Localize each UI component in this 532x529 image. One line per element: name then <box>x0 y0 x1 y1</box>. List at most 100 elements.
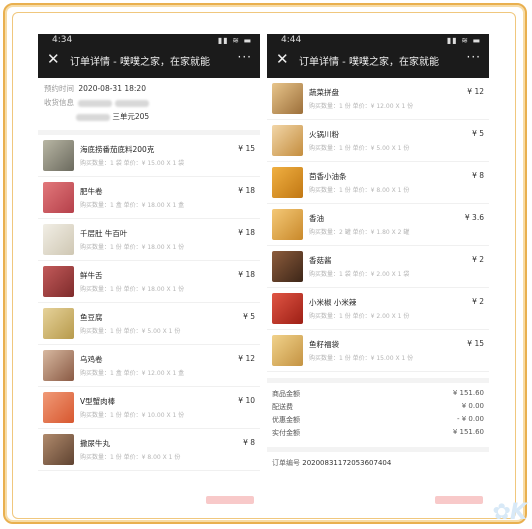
status-icons: ▮▮ ≋ ▬ <box>446 36 481 45</box>
item-detail: 购买数量：1 份 单价：¥ 18.00 X 1 份 <box>80 286 185 293</box>
list-item[interactable]: 肥牛卷 购买数量：1 盒 单价：¥ 18.00 X 1 盒 ¥ 18 <box>38 177 260 219</box>
product-image <box>43 392 74 423</box>
item-price: ¥ 15 <box>238 144 255 153</box>
product-image <box>43 350 74 381</box>
top-bar: 4:44 ▮▮ ≋ ▬ ✕ 订单详情 - 噗噗之家，在家就能 ··· <box>267 34 489 78</box>
item-name: 乌鸡卷 <box>80 355 103 364</box>
item-price: ¥ 8 <box>243 438 255 447</box>
list-item[interactable]: 火锅川粉 购买数量：1 份 单价：¥ 5.00 X 1 份 ¥ 5 <box>267 120 489 162</box>
order-meta: 预约时间 2020-08-31 18:20 收货信息 三单元205 <box>38 78 260 124</box>
item-price: ¥ 18 <box>238 228 255 237</box>
price-summary: 商品金额 ¥ 151.60 配送费 ¥ 0.00 优惠金额 - ¥ 0.00 实… <box>267 389 489 441</box>
list-item[interactable]: 乌鸡卷 购买数量：1 盒 单价：¥ 12.00 X 1 盒 ¥ 12 <box>38 345 260 387</box>
goods-label: 商品金额 <box>272 390 300 398</box>
item-detail: 购买数量：1 袋 单价：¥ 2.00 X 1 袋 <box>309 271 410 278</box>
item-name: 千层肚 牛百叶 <box>80 229 128 238</box>
item-detail: 购买数量：1 份 单价：¥ 2.00 X 1 份 <box>309 313 410 320</box>
item-price: ¥ 2 <box>472 297 484 306</box>
order-number: 20200831172053607404 <box>302 459 392 467</box>
discount-label: 优惠金额 <box>272 416 300 424</box>
summary-row: 实付金额 ¥ 151.60 <box>272 428 484 441</box>
address-tail: 三单元205 <box>112 112 150 121</box>
watermark-logo: ✿K <box>492 500 527 525</box>
address-redacted <box>76 113 110 121</box>
list-item[interactable]: 蔬菜拼盘 购买数量：1 份 单价：¥ 12.00 X 1 份 ¥ 12 <box>267 78 489 120</box>
item-name: 肥牛卷 <box>80 187 103 196</box>
list-item[interactable]: 香菇酱 购买数量：1 袋 单价：¥ 2.00 X 1 袋 ¥ 2 <box>267 246 489 288</box>
item-name: 茴香小油条 <box>309 172 347 181</box>
delivery-label: 配送费 <box>272 403 293 411</box>
address-label: 收货信息 <box>44 98 74 107</box>
list-item[interactable]: 鱼豆腐 购买数量：1 份 单价：¥ 5.00 X 1 份 ¥ 5 <box>38 303 260 345</box>
summary-row: 商品金额 ¥ 151.60 <box>272 389 484 402</box>
item-name: 海底捞番茄底料200克 <box>80 145 155 154</box>
product-image <box>272 167 303 198</box>
product-image <box>43 182 74 213</box>
item-price: ¥ 12 <box>467 87 484 96</box>
page-title: 订单详情 - 噗噗之家，在家就能 <box>70 57 210 68</box>
reserve-label: 预约时间 <box>44 84 74 93</box>
list-item[interactable]: 海底捞番茄底料200克 购买数量：1 袋 单价：¥ 15.00 X 1 袋 ¥ … <box>38 135 260 177</box>
item-price: ¥ 5 <box>243 312 255 321</box>
summary-row: 优惠金额 - ¥ 0.00 <box>272 415 484 428</box>
order-content: 预约时间 2020-08-31 18:20 收货信息 三单元205 海底捞番茄底… <box>38 78 260 504</box>
left-phone-screen: 4:34 ▮▮ ≋ ▬ ✕ 订单详情 - 噗噗之家，在家就能 ··· 预约时间 … <box>38 34 260 504</box>
item-price: ¥ 18 <box>238 270 255 279</box>
item-price: ¥ 5 <box>472 129 484 138</box>
item-detail: 购买数量：1 份 单价：¥ 15.00 X 1 份 <box>309 355 414 362</box>
product-image <box>272 209 303 240</box>
close-icon[interactable]: ✕ <box>276 52 289 67</box>
product-image <box>43 434 74 465</box>
status-time: 4:44 <box>281 35 302 45</box>
paid-value: ¥ 151.60 <box>452 428 484 436</box>
product-image <box>272 83 303 114</box>
discount-value: - ¥ 0.00 <box>456 415 484 423</box>
item-price: ¥ 15 <box>467 339 484 348</box>
product-image <box>43 140 74 171</box>
product-image <box>43 266 74 297</box>
item-name: 火锅川粉 <box>309 130 339 139</box>
item-name: 鱼豆腐 <box>80 313 103 322</box>
item-name: 香油 <box>309 214 324 223</box>
item-price: ¥ 18 <box>238 186 255 195</box>
item-detail: 购买数量：1 份 单价：¥ 18.00 X 1 份 <box>80 244 185 251</box>
item-price: ¥ 12 <box>238 354 255 363</box>
close-icon[interactable]: ✕ <box>47 52 60 67</box>
order-content: 蔬菜拼盘 购买数量：1 份 单价：¥ 12.00 X 1 份 ¥ 12 火锅川粉… <box>267 78 489 504</box>
item-price: ¥ 10 <box>238 396 255 405</box>
list-item[interactable]: 鱼籽福袋 购买数量：1 份 单价：¥ 15.00 X 1 份 ¥ 15 <box>267 330 489 372</box>
action-button[interactable] <box>206 496 254 504</box>
item-detail: 购买数量：1 份 单价：¥ 12.00 X 1 份 <box>309 103 414 110</box>
list-item[interactable]: V型蟹肉棒 购买数量：1 份 单价：¥ 10.00 X 1 份 ¥ 10 <box>38 387 260 429</box>
more-icon[interactable]: ··· <box>238 50 252 64</box>
more-icon[interactable]: ··· <box>467 50 481 64</box>
item-name: 小米椒 小米辣 <box>309 298 357 307</box>
list-item[interactable]: 撒尿牛丸 购买数量：1 份 单价：¥ 8.00 X 1 份 ¥ 8 <box>38 429 260 471</box>
product-image <box>272 335 303 366</box>
right-phone-screen: 4:44 ▮▮ ≋ ▬ ✕ 订单详情 - 噗噗之家，在家就能 ··· 蔬菜拼盘 … <box>267 34 489 504</box>
summary-row: 配送费 ¥ 0.00 <box>272 402 484 415</box>
product-image <box>43 224 74 255</box>
order-number-row: 订单编号 20200831172053607404 <box>267 447 489 474</box>
list-item[interactable]: 小米椒 小米辣 购买数量：1 份 单价：¥ 2.00 X 1 份 ¥ 2 <box>267 288 489 330</box>
item-detail: 购买数量：1 份 单价：¥ 8.00 X 1 份 <box>80 454 181 461</box>
list-item[interactable]: 千层肚 牛百叶 购买数量：1 份 单价：¥ 18.00 X 1 份 ¥ 18 <box>38 219 260 261</box>
product-image <box>272 251 303 282</box>
item-name: 香菇酱 <box>309 256 332 265</box>
paid-label: 实付金额 <box>272 429 300 437</box>
item-detail: 购买数量：1 份 单价：¥ 5.00 X 1 份 <box>309 145 410 152</box>
list-item[interactable]: 茴香小油条 购买数量：1 份 单价：¥ 8.00 X 1 份 ¥ 8 <box>267 162 489 204</box>
item-detail: 购买数量：1 袋 单价：¥ 15.00 X 1 袋 <box>80 160 185 167</box>
item-price: ¥ 3.6 <box>464 213 484 222</box>
product-image <box>272 293 303 324</box>
item-price: ¥ 2 <box>472 255 484 264</box>
action-button[interactable] <box>435 496 483 504</box>
item-detail: 购买数量：1 盒 单价：¥ 18.00 X 1 盒 <box>80 202 185 209</box>
status-icons: ▮▮ ≋ ▬ <box>217 36 252 45</box>
list-item[interactable]: 香油 购买数量：2 罐 单价：¥ 1.80 X 2 罐 ¥ 3.6 <box>267 204 489 246</box>
page-title: 订单详情 - 噗噗之家，在家就能 <box>299 57 439 68</box>
order-label: 订单编号 <box>272 459 300 467</box>
item-name: 鲜牛舌 <box>80 271 103 280</box>
list-item[interactable]: 鲜牛舌 购买数量：1 份 单价：¥ 18.00 X 1 份 ¥ 18 <box>38 261 260 303</box>
divider <box>267 378 489 383</box>
